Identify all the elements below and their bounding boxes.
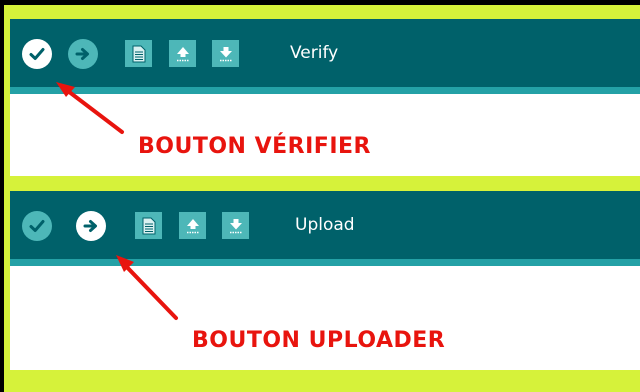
upload-button[interactable] <box>76 211 106 241</box>
arrow-right-icon <box>75 48 89 60</box>
ide-toolbar: Verify <box>10 19 640 87</box>
frame-left-border <box>0 0 4 392</box>
open-button[interactable] <box>179 212 206 239</box>
open-up-arrow-icon <box>176 46 189 61</box>
toolbar-hover-label: Verify <box>290 43 339 63</box>
new-button[interactable] <box>135 212 162 239</box>
toolbar-hover-label: Upload <box>295 215 355 235</box>
new-button[interactable] <box>125 40 152 67</box>
toolbar-tab-strip <box>10 87 640 94</box>
save-button[interactable] <box>222 212 249 239</box>
editor-area[interactable] <box>10 266 640 370</box>
verify-button[interactable] <box>22 211 52 241</box>
checkmark-icon <box>29 48 45 60</box>
save-button[interactable] <box>212 40 239 67</box>
callout-verify-label: BOUTON VÉRIFIER <box>138 134 371 159</box>
callout-upload-label: BOUTON UPLOADER <box>192 328 446 353</box>
open-up-arrow-icon <box>186 218 199 233</box>
checkmark-icon <box>29 220 45 232</box>
new-file-icon <box>132 45 145 62</box>
save-down-arrow-icon <box>229 218 242 233</box>
upload-button[interactable] <box>68 39 98 69</box>
open-button[interactable] <box>169 40 196 67</box>
ide-toolbar: Upload <box>10 191 640 259</box>
verify-button[interactable] <box>22 39 52 69</box>
new-file-icon <box>142 217 155 234</box>
arrow-right-icon <box>83 220 97 232</box>
toolbar-tab-strip <box>10 259 640 266</box>
save-down-arrow-icon <box>219 46 232 61</box>
frame-top-border <box>0 0 640 5</box>
